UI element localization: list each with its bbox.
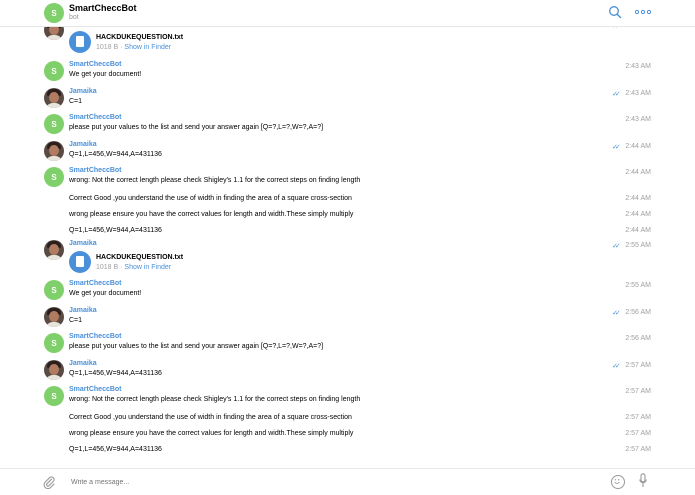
- message-text: We get your document!: [69, 290, 142, 297]
- message-text: C=1: [69, 98, 83, 105]
- user-avatar[interactable]: [44, 360, 64, 380]
- message-time: 2:57 AM: [625, 430, 651, 437]
- file-size: 1018 B: [96, 264, 119, 271]
- more-icon[interactable]: [634, 5, 652, 19]
- message-time: 2:44 AM: [625, 195, 651, 202]
- message-text: Correct Good ,you understand the use of …: [69, 195, 352, 202]
- sender-name[interactable]: SmartCheccBot: [69, 386, 122, 393]
- sender-name[interactable]: SmartCheccBot: [69, 167, 122, 174]
- message-time: 2:55 AM: [625, 242, 651, 249]
- user-avatar[interactable]: [44, 240, 64, 260]
- file-icon[interactable]: [69, 31, 91, 53]
- composer: [0, 468, 695, 495]
- file-name[interactable]: HACKDUKEQUESTION.txt: [96, 254, 183, 261]
- emoji-icon[interactable]: [611, 475, 625, 489]
- message-text: Q=1,L=456,W=944,A=431136: [69, 227, 162, 234]
- message-text: Q=1,L=456,W=944,A=431136: [69, 370, 162, 377]
- sender-name[interactable]: SmartCheccBot: [69, 114, 122, 121]
- message-text: wrong: Not the correct length please che…: [69, 396, 361, 403]
- file-meta: 1018 B · Show in Finder: [96, 264, 172, 271]
- message-text: wrong please ensure you have the correct…: [69, 430, 354, 437]
- paperclip-icon[interactable]: [42, 475, 56, 489]
- show-in-finder-link[interactable]: Show in Finder: [124, 264, 171, 271]
- sender-name[interactable]: Jamaika: [69, 360, 97, 367]
- message-text: We get your document!: [69, 71, 142, 78]
- message-time: 2:55 AM: [625, 282, 651, 289]
- message-text: wrong: Not the correct length please che…: [69, 177, 361, 184]
- user-avatar[interactable]: [44, 141, 64, 161]
- file-icon[interactable]: [69, 251, 91, 273]
- chat-header: S SmartCheccBot bot: [0, 0, 695, 27]
- message-time: 2:43 AM: [625, 90, 651, 97]
- sender-name[interactable]: SmartCheccBot: [69, 61, 122, 68]
- message-time: 2:43 AM: [625, 63, 651, 70]
- sender-name[interactable]: Jamaika: [69, 307, 97, 314]
- message-text: Q=1,L=456,W=944,A=431136: [69, 151, 162, 158]
- chat-subtitle: bot: [69, 14, 79, 21]
- bot-avatar[interactable]: S: [44, 167, 64, 187]
- bot-avatar[interactable]: S: [44, 280, 64, 300]
- message-time: 2:44 AM: [625, 227, 651, 234]
- bot-avatar[interactable]: S: [44, 61, 64, 81]
- message-time: 2:57 AM: [625, 414, 651, 421]
- message-text: Correct Good ,you understand the use of …: [69, 414, 352, 421]
- message-time: 2:43 AM: [625, 116, 651, 123]
- read-check-icon: ✓✓: [612, 310, 621, 317]
- bot-avatar[interactable]: S: [44, 114, 64, 134]
- search-icon[interactable]: [608, 5, 622, 19]
- read-check-icon: ✓✓: [612, 243, 621, 250]
- message-time: 2:44 AM: [625, 169, 651, 176]
- bot-avatar[interactable]: S: [44, 3, 64, 23]
- read-check-icon: ✓✓: [612, 91, 621, 98]
- sender-name[interactable]: Jamaika: [69, 240, 97, 247]
- file-meta: 1018 B · Show in Finder: [96, 44, 172, 51]
- message-text: Q=1,L=456,W=944,A=431136: [69, 446, 162, 453]
- sender-name[interactable]: Jamaika: [69, 88, 97, 95]
- message-text: wrong please ensure you have the correct…: [69, 211, 354, 218]
- message-text: please put your values to the list and s…: [69, 343, 324, 350]
- show-in-finder-link[interactable]: Show in Finder: [124, 44, 171, 51]
- message-time: 2:57 AM: [625, 388, 651, 395]
- message-text: C=1: [69, 317, 83, 324]
- read-check-icon: ✓✓: [612, 363, 621, 370]
- read-check-icon: ✓✓: [612, 144, 621, 151]
- message-input[interactable]: [69, 478, 473, 487]
- file-name[interactable]: HACKDUKEQUESTION.txt: [96, 34, 183, 41]
- user-avatar[interactable]: [44, 88, 64, 108]
- file-size: 1018 B: [96, 44, 119, 51]
- message-text: please put your values to the list and s…: [69, 124, 324, 131]
- bot-avatar[interactable]: S: [44, 386, 64, 406]
- message-time: 2:44 AM: [625, 143, 651, 150]
- message-time: 2:56 AM: [625, 309, 651, 316]
- message-time: 2:44 AM: [625, 211, 651, 218]
- sender-name[interactable]: SmartCheccBot: [69, 280, 122, 287]
- bot-avatar[interactable]: S: [44, 333, 64, 353]
- chat-title[interactable]: SmartCheccBot: [69, 3, 137, 13]
- message-time: 2:57 AM: [625, 446, 651, 453]
- message-time: 2:56 AM: [625, 335, 651, 342]
- message-time: 2:57 AM: [625, 362, 651, 369]
- microphone-icon[interactable]: [639, 473, 647, 489]
- sender-name[interactable]: SmartCheccBot: [69, 333, 122, 340]
- sender-name[interactable]: Jamaika: [69, 141, 97, 148]
- user-avatar[interactable]: [44, 307, 64, 327]
